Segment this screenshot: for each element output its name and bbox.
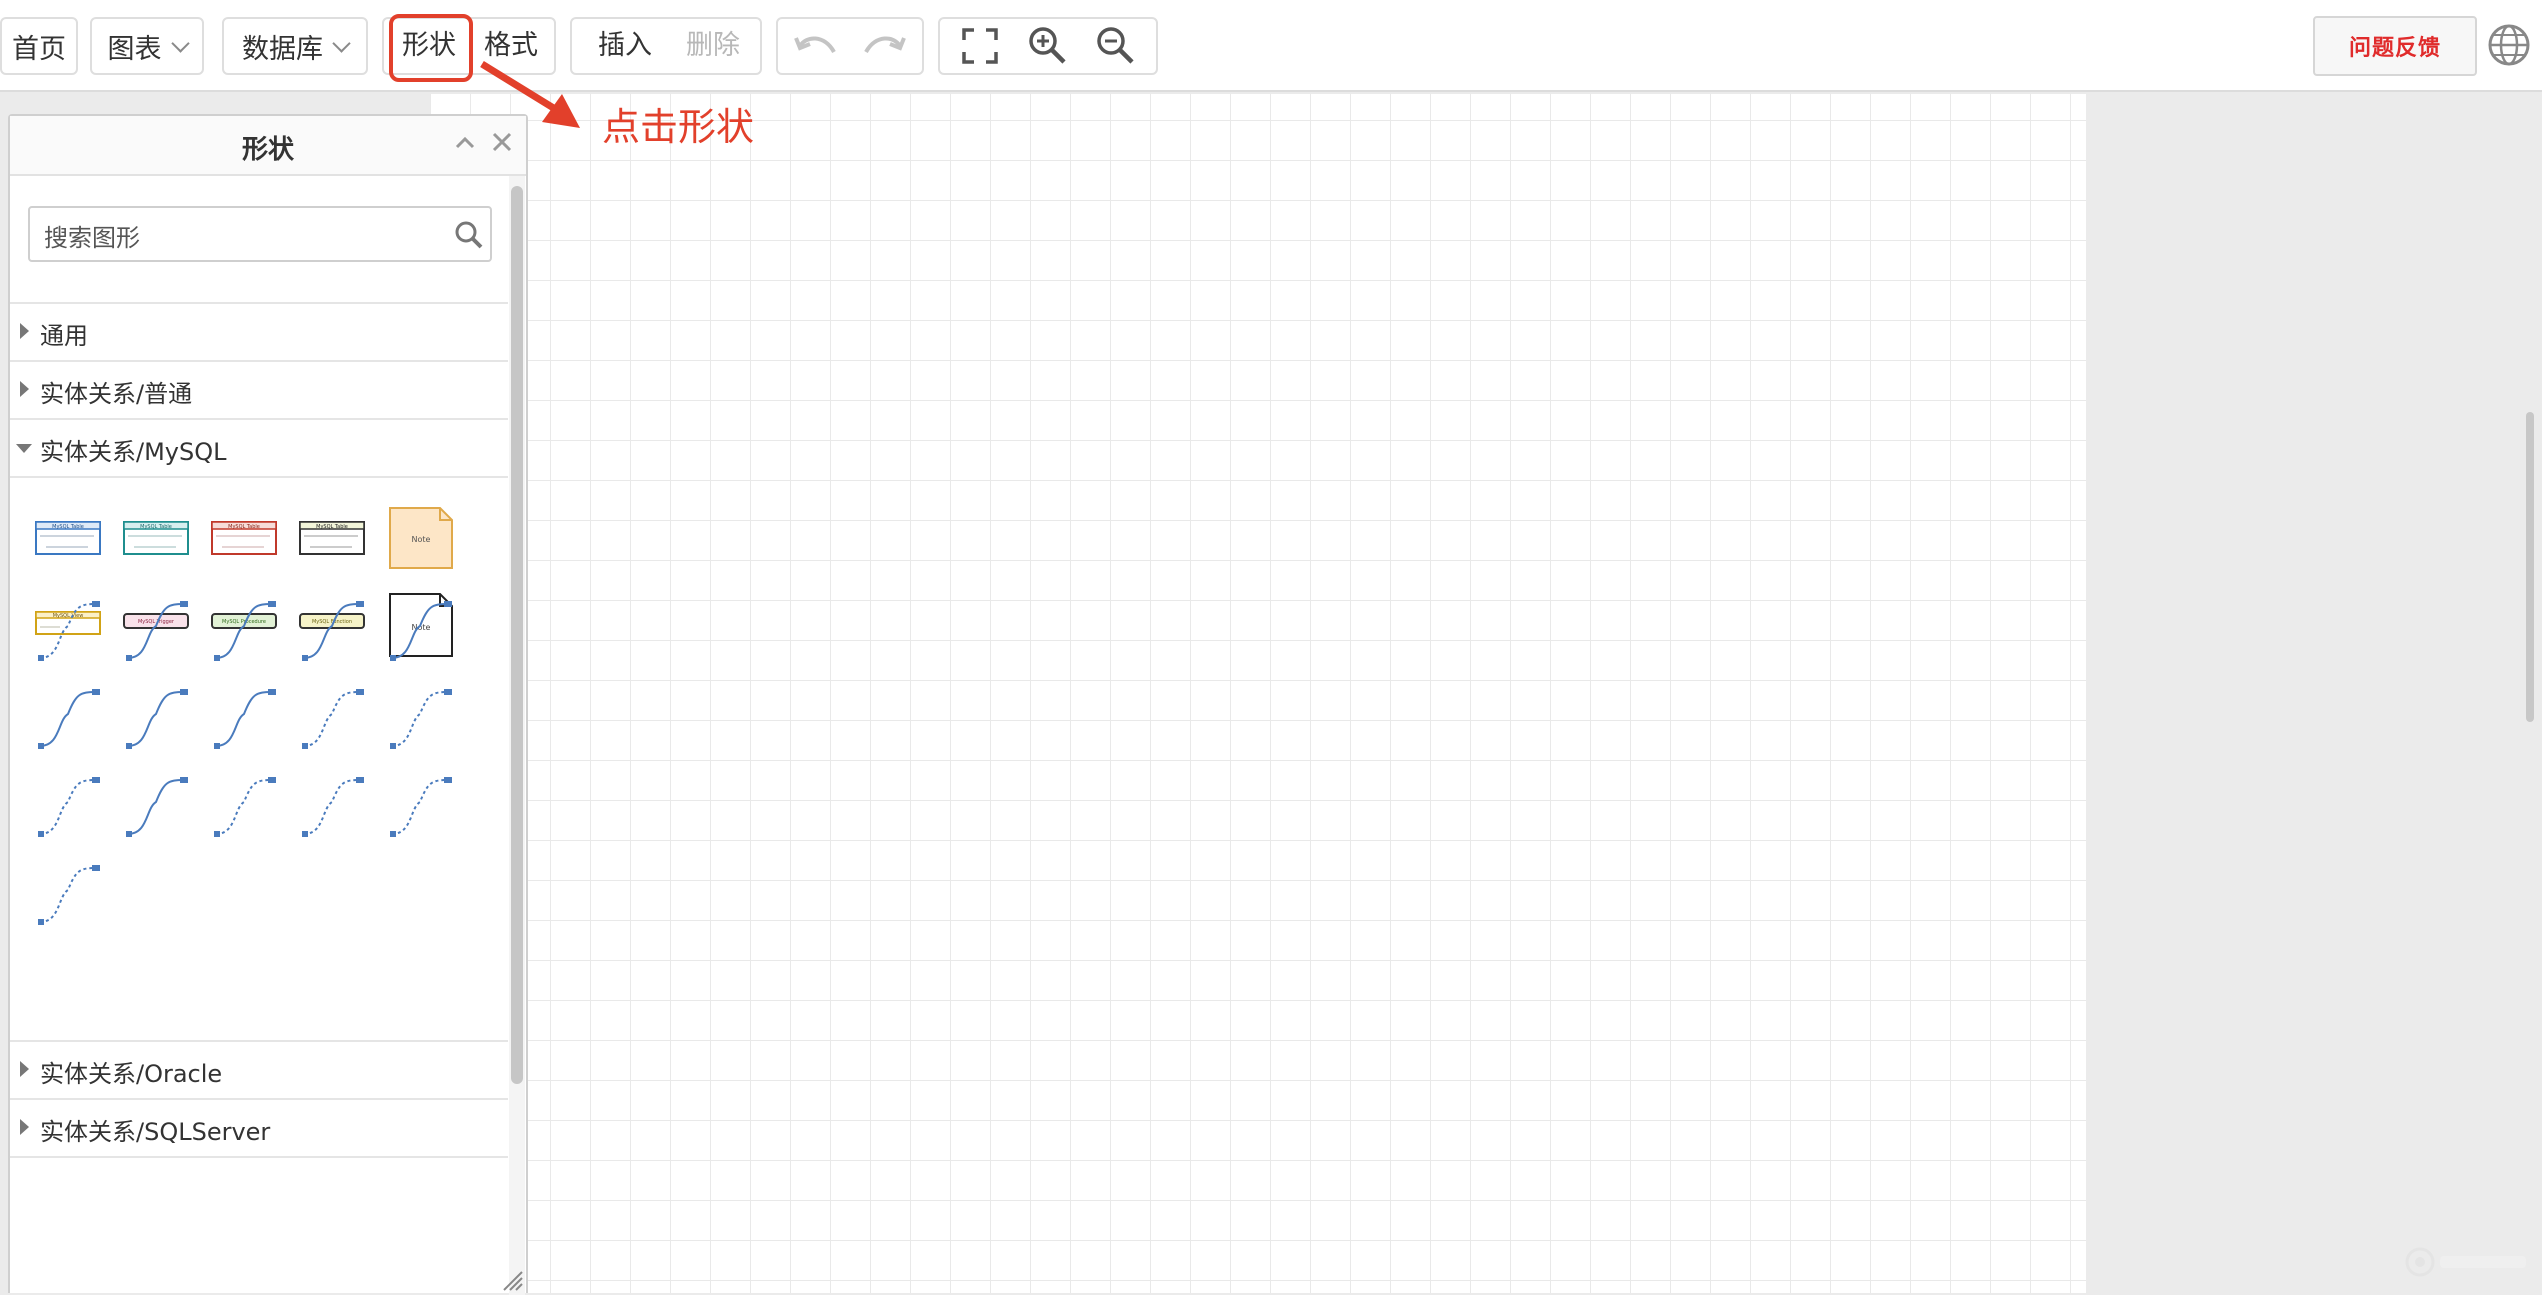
relationship-connector-shape[interactable] (206, 680, 284, 758)
relationship-connector-shape[interactable] (118, 768, 196, 846)
relationship-connector-shape[interactable] (30, 856, 108, 934)
section-label: 实体关系/SQLServer (40, 1118, 271, 1146)
vertical-scrollbar[interactable] (2526, 412, 2534, 722)
globe-icon[interactable] (2486, 22, 2532, 68)
mysql-table-dark-shape[interactable]: MySQL Table (294, 496, 372, 574)
annotation-text: 点击形状 (602, 105, 755, 149)
diagram-canvas[interactable] (430, 94, 2086, 1293)
panel-header: 形状 (10, 116, 526, 176)
chart-label: 图表 (107, 33, 162, 65)
expand-arrow-icon (20, 1119, 29, 1135)
mysql-table-red-shape[interactable]: MySQL Table (206, 496, 284, 574)
relationship-connector-shape[interactable] (382, 768, 460, 846)
database-menu-button[interactable]: 数据库 (222, 17, 368, 75)
section-label: 实体关系/MySQL (40, 438, 227, 466)
shape-title: MySQL Table (52, 524, 84, 530)
home-label: 首页 (12, 33, 66, 65)
section-label: 实体关系/Oracle (40, 1060, 223, 1088)
relationship-connector-shape[interactable] (294, 680, 372, 758)
mysql-table-teal-shape[interactable]: MySQL Table (118, 496, 196, 574)
zoom-out-icon[interactable] (1094, 24, 1136, 66)
mysql-note-orange-shape[interactable]: Note (382, 496, 460, 574)
shape-search-input[interactable]: 搜索图形 (28, 206, 492, 262)
shapes-panel: 形状 搜索图形 通用 实体关系/普通 实体关系/MySQL MySQL Tabl… (8, 114, 528, 1295)
section-label: 实体关系/普通 (40, 380, 193, 408)
database-label: 数据库 (242, 33, 323, 65)
home-button[interactable]: 首页 (0, 17, 78, 75)
shape-title: MySQL Table (316, 524, 348, 530)
relationship-connector-shape[interactable] (294, 592, 372, 670)
mysql-table-blue-shape[interactable]: MySQL Table (30, 496, 108, 574)
expand-arrow-icon (20, 1061, 29, 1077)
relationship-connector-shape[interactable] (382, 680, 460, 758)
feedback-button[interactable]: 问题反馈 (2313, 16, 2477, 76)
panel-title: 形状 (241, 135, 294, 165)
toolbar: 首页 图表 数据库 形状 格式 插入 删除 问题反馈 (0, 0, 2542, 92)
chart-menu-button[interactable]: 图表 (90, 17, 204, 75)
section-er-mysql[interactable]: 实体关系/MySQL (10, 418, 508, 476)
zoom-in-icon[interactable] (1026, 24, 1068, 66)
relationship-connector-shape[interactable] (206, 592, 284, 670)
section-er-oracle[interactable]: 实体关系/Oracle (10, 1040, 508, 1098)
section-general[interactable]: 通用 (10, 302, 508, 360)
chevron-down-icon (170, 33, 190, 53)
shape-title: MySQL Table (228, 524, 260, 530)
shape-title: Note (412, 535, 431, 544)
expand-arrow-icon (20, 323, 29, 339)
search-icon[interactable] (454, 220, 484, 250)
chevron-down-icon (332, 33, 351, 53)
fullscreen-icon[interactable] (960, 26, 1000, 66)
section-er-sqlserver[interactable]: 实体关系/SQLServer (10, 1098, 508, 1156)
relationship-connector-shape[interactable] (118, 592, 196, 670)
shape-button-highlight (389, 14, 473, 82)
insert-button[interactable]: 插入 (598, 29, 652, 63)
collapse-arrow-icon (16, 444, 32, 453)
undo-icon[interactable] (794, 30, 838, 62)
shape-title: MySQL Table (140, 524, 172, 530)
section-divider (10, 1156, 508, 1158)
chevron-up-icon[interactable] (454, 134, 476, 150)
search-placeholder: 搜索图形 (44, 224, 140, 252)
delete-button[interactable]: 删除 (686, 29, 740, 63)
section-divider (10, 476, 508, 478)
redo-icon[interactable] (862, 30, 906, 62)
relationship-connector-shape[interactable] (206, 768, 284, 846)
relationship-connector-shape[interactable] (118, 680, 196, 758)
panel-scrollbar[interactable] (511, 186, 523, 1084)
relationship-connector-shape[interactable] (30, 592, 108, 670)
relationship-connector-shape[interactable] (294, 768, 372, 846)
relationship-connector-shape[interactable] (30, 768, 108, 846)
close-icon[interactable] (490, 130, 514, 154)
section-label: 通用 (40, 322, 88, 350)
watermark-logo-icon (2405, 1247, 2526, 1277)
resize-handle-icon[interactable] (500, 1268, 524, 1292)
section-er-general[interactable]: 实体关系/普通 (10, 360, 508, 418)
expand-arrow-icon (20, 381, 29, 397)
relationship-connector-shape[interactable] (30, 680, 108, 758)
relationship-connector-shape[interactable] (382, 592, 460, 670)
